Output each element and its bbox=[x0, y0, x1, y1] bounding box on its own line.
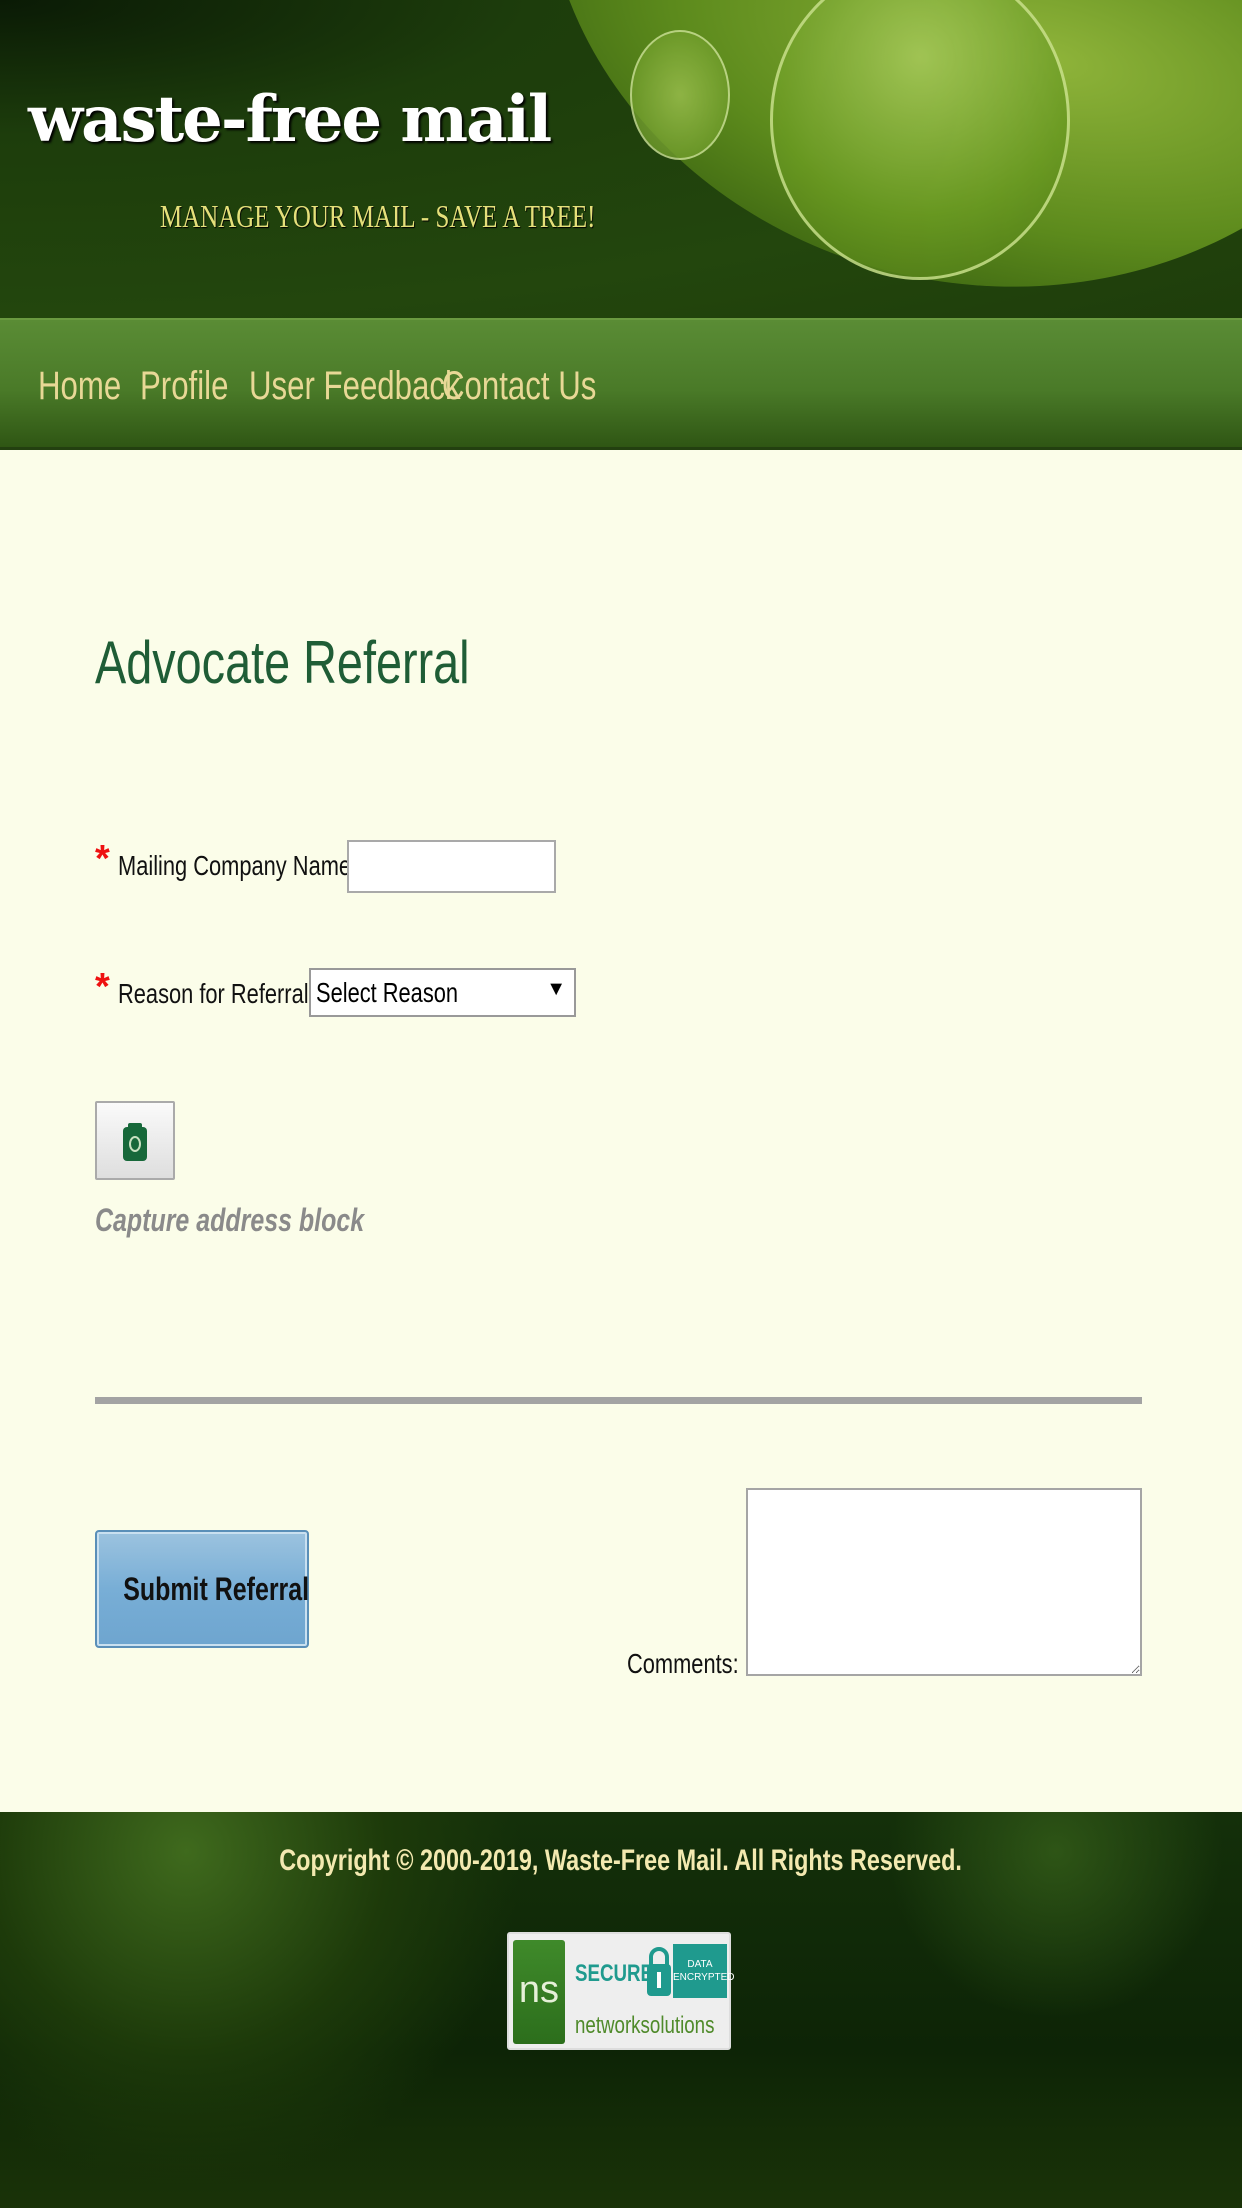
lock-icon bbox=[647, 1947, 671, 1996]
submit-referral-button[interactable]: Submit Referral bbox=[95, 1530, 309, 1648]
water-drop-image bbox=[630, 30, 730, 160]
nav-user-feedback-label: User Feedback bbox=[249, 364, 461, 408]
comments-label-text: Comments: bbox=[627, 1648, 739, 1679]
nav-contact-us[interactable]: Contact Us bbox=[442, 364, 640, 409]
ns-logo: ns bbox=[513, 1940, 565, 2044]
reason-select-value: Select Reason bbox=[316, 977, 498, 1009]
required-marker: * bbox=[95, 966, 110, 1008]
nav-home-label: Home bbox=[38, 364, 122, 408]
nav-home[interactable]: Home bbox=[38, 364, 145, 409]
nav-contact-us-label: Contact Us bbox=[442, 364, 597, 408]
capture-address-button[interactable] bbox=[95, 1101, 175, 1180]
camera-icon bbox=[123, 1123, 147, 1161]
page-title-text: Advocate Referral bbox=[95, 629, 470, 696]
reason-select[interactable]: Select Reason ▼ bbox=[309, 968, 576, 1017]
capture-caption-text: Capture address block bbox=[95, 1202, 365, 1238]
nav-profile-label: Profile bbox=[140, 364, 229, 408]
site-logo[interactable]: waste-free mail bbox=[28, 82, 552, 157]
main-nav: Home Profile User Feedback Contact Us bbox=[0, 318, 1242, 450]
badge-encrypted: DATA ENCRYPTED bbox=[673, 1944, 735, 1998]
tagline: MANAGE YOUR MAIL - SAVE A TREE! bbox=[160, 198, 718, 235]
copyright-text: Copyright © 2000-2019, Waste-Free Mail. … bbox=[279, 1844, 963, 1877]
page-title: Advocate Referral bbox=[95, 628, 575, 697]
reason-select-text: Select Reason bbox=[316, 977, 459, 1008]
copyright: Copyright © 2000-2019, Waste-Free Mail. … bbox=[0, 1844, 1242, 1878]
chevron-down-icon: ▼ bbox=[546, 978, 566, 1000]
required-marker: * bbox=[95, 838, 110, 880]
tagline-text: MANAGE YOUR MAIL - SAVE A TREE! bbox=[160, 198, 596, 234]
mailing-company-input[interactable] bbox=[347, 840, 556, 893]
badge-secure-text: SECURE bbox=[575, 1960, 654, 1987]
network-solutions-secure-badge[interactable]: ns SECURE DATA ENCRYPTED networksolution… bbox=[507, 1932, 735, 2050]
site-footer: Copyright © 2000-2019, Waste-Free Mail. … bbox=[0, 1812, 1242, 2208]
comments-textarea[interactable] bbox=[746, 1488, 1142, 1676]
company-label-text: Mailing Company Name: bbox=[118, 850, 358, 881]
nav-profile[interactable]: Profile bbox=[140, 364, 253, 409]
reason-label-text: Reason for Referral: bbox=[118, 978, 315, 1009]
badge-brand: networksolutions bbox=[575, 2012, 754, 2040]
site-header: waste-free mail MANAGE YOUR MAIL - SAVE … bbox=[0, 0, 1242, 318]
submit-referral-label: Submit Referral bbox=[123, 1570, 310, 1607]
badge-brand-text: networksolutions bbox=[575, 2012, 715, 2039]
divider bbox=[95, 1397, 1142, 1404]
capture-caption: Capture address block bbox=[95, 1202, 440, 1239]
